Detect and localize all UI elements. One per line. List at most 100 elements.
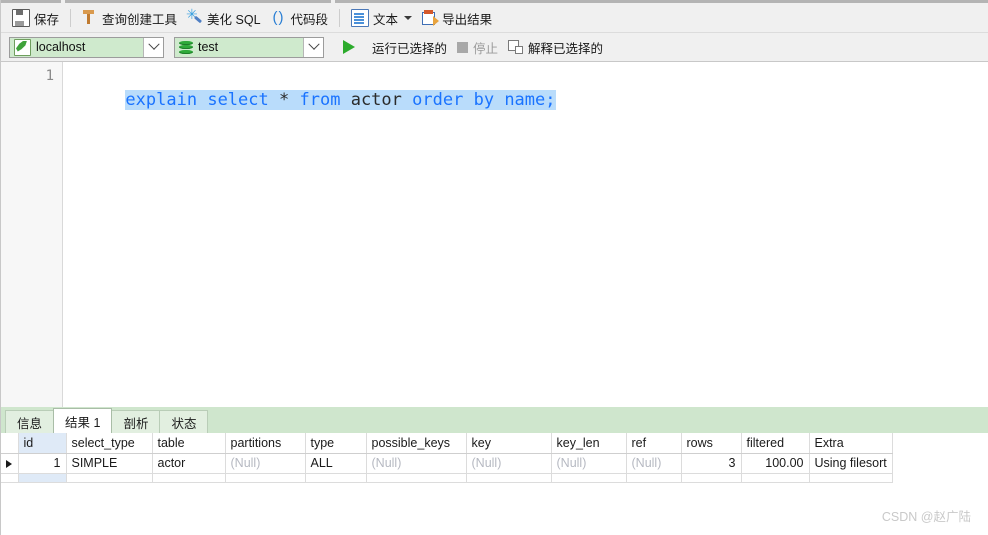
toolbar-separator bbox=[70, 9, 72, 27]
database-select[interactable]: test bbox=[174, 36, 324, 58]
save-icon bbox=[12, 9, 30, 27]
connection-select-dropdown-button[interactable] bbox=[143, 37, 163, 57]
sql-token: from bbox=[299, 90, 341, 110]
code-snippet-label: 代码段 bbox=[290, 12, 329, 27]
cell-select_type[interactable]: SIMPLE bbox=[66, 453, 153, 474]
cell-id[interactable]: 1 bbox=[18, 453, 67, 474]
new-record-cell[interactable] bbox=[66, 473, 153, 483]
cell-value: 1 bbox=[53, 456, 61, 470]
toolbar-separator bbox=[339, 9, 341, 27]
new-record-cell[interactable] bbox=[225, 473, 306, 483]
cell-key_len[interactable]: (Null) bbox=[551, 453, 627, 474]
sql-editor[interactable]: 1 explain select * from actor order by n… bbox=[1, 62, 988, 407]
column-header-id[interactable]: id bbox=[18, 433, 67, 454]
column-header-partitions[interactable]: partitions bbox=[225, 433, 306, 454]
cell-value: ALL bbox=[310, 456, 333, 470]
new-record-cell[interactable] bbox=[809, 473, 893, 483]
table-row[interactable]: 1 SIMPLE actor (Null) ALL (Null) (Null) (Null) (… bbox=[1, 453, 893, 474]
export-result-icon bbox=[422, 10, 440, 26]
cell-table[interactable]: actor bbox=[152, 453, 226, 474]
new-record-cell[interactable] bbox=[466, 473, 552, 483]
column-header-filtered[interactable]: filtered bbox=[741, 433, 810, 454]
row-header-corner bbox=[1, 433, 19, 454]
cell-ref[interactable]: (Null) bbox=[626, 453, 682, 474]
cell-value: (Null) bbox=[230, 456, 261, 470]
results-tabstrip: 信息 结果 1 剖析 状态 bbox=[1, 407, 988, 433]
stop-button: 停止 bbox=[452, 36, 503, 58]
export-result-button[interactable]: 导出结果 bbox=[417, 6, 497, 30]
database-select-dropdown-button[interactable] bbox=[303, 37, 323, 57]
connection-select[interactable]: localhost bbox=[9, 36, 164, 58]
column-header-rows[interactable]: rows bbox=[681, 433, 742, 454]
result-tab[interactable]: 状态 bbox=[159, 410, 209, 433]
run-selected-button[interactable]: 运行已选择的 bbox=[338, 36, 452, 58]
stop-icon bbox=[457, 41, 469, 53]
cell-value: 100.00 bbox=[765, 456, 804, 470]
new-record-cell[interactable] bbox=[626, 473, 682, 483]
cell-key[interactable]: (Null) bbox=[466, 453, 552, 474]
result-tab-label: 状态 bbox=[171, 416, 197, 431]
sql-selection[interactable]: explain select * from actor order by nam… bbox=[125, 90, 556, 110]
new-record-cell[interactable] bbox=[741, 473, 810, 483]
new-record-cell[interactable] bbox=[551, 473, 627, 483]
column-header-Extra[interactable]: Extra bbox=[809, 433, 893, 454]
line-number: 1 bbox=[45, 68, 54, 84]
new-record-row[interactable] bbox=[1, 473, 893, 483]
cell-partitions[interactable]: (Null) bbox=[225, 453, 306, 474]
watermark: CSDN @赵广陆 bbox=[881, 510, 971, 524]
cell-filtered[interactable]: 100.00 bbox=[741, 453, 810, 474]
column-header-ref[interactable]: ref bbox=[626, 433, 682, 454]
result-tab[interactable]: 剖析 bbox=[111, 410, 161, 433]
new-record-cell[interactable] bbox=[366, 473, 467, 483]
column-header-key_len[interactable]: key_len bbox=[551, 433, 627, 454]
sql-code-line[interactable]: explain select * from actor order by nam… bbox=[64, 67, 556, 133]
column-header-select_type[interactable]: select_type bbox=[66, 433, 153, 454]
column-header-type[interactable]: type bbox=[305, 433, 367, 454]
sql-token: * bbox=[279, 90, 290, 110]
new-record-cell[interactable] bbox=[152, 473, 226, 483]
result-tab-label: 结果 1 bbox=[65, 415, 101, 430]
query-builder-button[interactable]: 查询创建工具 bbox=[77, 6, 182, 30]
new-record-cell[interactable] bbox=[681, 473, 742, 483]
execution-controls: 运行已选择的 停止 解释已选择的 bbox=[338, 36, 608, 58]
cell-possible_keys[interactable]: (Null) bbox=[366, 453, 467, 474]
result-grid[interactable]: id select_type table partitions type possible… bbox=[1, 433, 893, 483]
sql-token: actor bbox=[350, 90, 402, 110]
result-grid-container[interactable]: id select_type table partitions type possible… bbox=[1, 433, 988, 535]
new-record-cell[interactable] bbox=[305, 473, 367, 483]
explain-icon bbox=[508, 40, 524, 54]
database-icon bbox=[179, 40, 193, 55]
cell-type[interactable]: ALL bbox=[305, 453, 367, 474]
cell-value: Using filesort bbox=[814, 456, 887, 470]
column-header-possible_keys[interactable]: possible_keys bbox=[366, 433, 467, 454]
cell-Extra[interactable]: Using filesort bbox=[809, 453, 893, 474]
connection-select-value: localhost bbox=[36, 40, 86, 54]
sql-token: by bbox=[473, 90, 495, 110]
explain-selected-button[interactable]: 解释已选择的 bbox=[503, 36, 608, 58]
new-record-indicator bbox=[1, 473, 19, 483]
cell-value: (Null) bbox=[556, 456, 587, 470]
column-header-key[interactable]: key bbox=[466, 433, 552, 454]
beautify-sql-button[interactable]: 美化 SQL bbox=[182, 6, 266, 30]
cell-value: SIMPLE bbox=[71, 456, 118, 470]
chevron-down-icon[interactable] bbox=[404, 16, 413, 20]
sql-token: explain bbox=[125, 90, 198, 110]
current-row-arrow-icon bbox=[6, 459, 12, 468]
result-tab[interactable]: 结果 1 bbox=[53, 408, 113, 433]
magic-wand-icon bbox=[186, 6, 203, 26]
text-view-button[interactable]: 文本 bbox=[346, 6, 417, 30]
new-record-cell[interactable] bbox=[18, 473, 67, 483]
sql-token: name bbox=[504, 90, 546, 110]
code-snippet-button[interactable]: () 代码段 bbox=[266, 6, 334, 30]
save-button-label: 保存 bbox=[34, 12, 60, 27]
editor-gutter: 1 bbox=[1, 62, 63, 407]
connection-toolbar: localhost test 运行已选择的 停止 解释已选择的 bbox=[1, 33, 988, 62]
column-header-table[interactable]: table bbox=[152, 433, 226, 454]
result-tab[interactable]: 信息 bbox=[5, 410, 55, 433]
cell-rows[interactable]: 3 bbox=[681, 453, 742, 474]
save-button[interactable]: 保存 bbox=[7, 6, 64, 30]
row-indicator[interactable] bbox=[1, 453, 19, 474]
